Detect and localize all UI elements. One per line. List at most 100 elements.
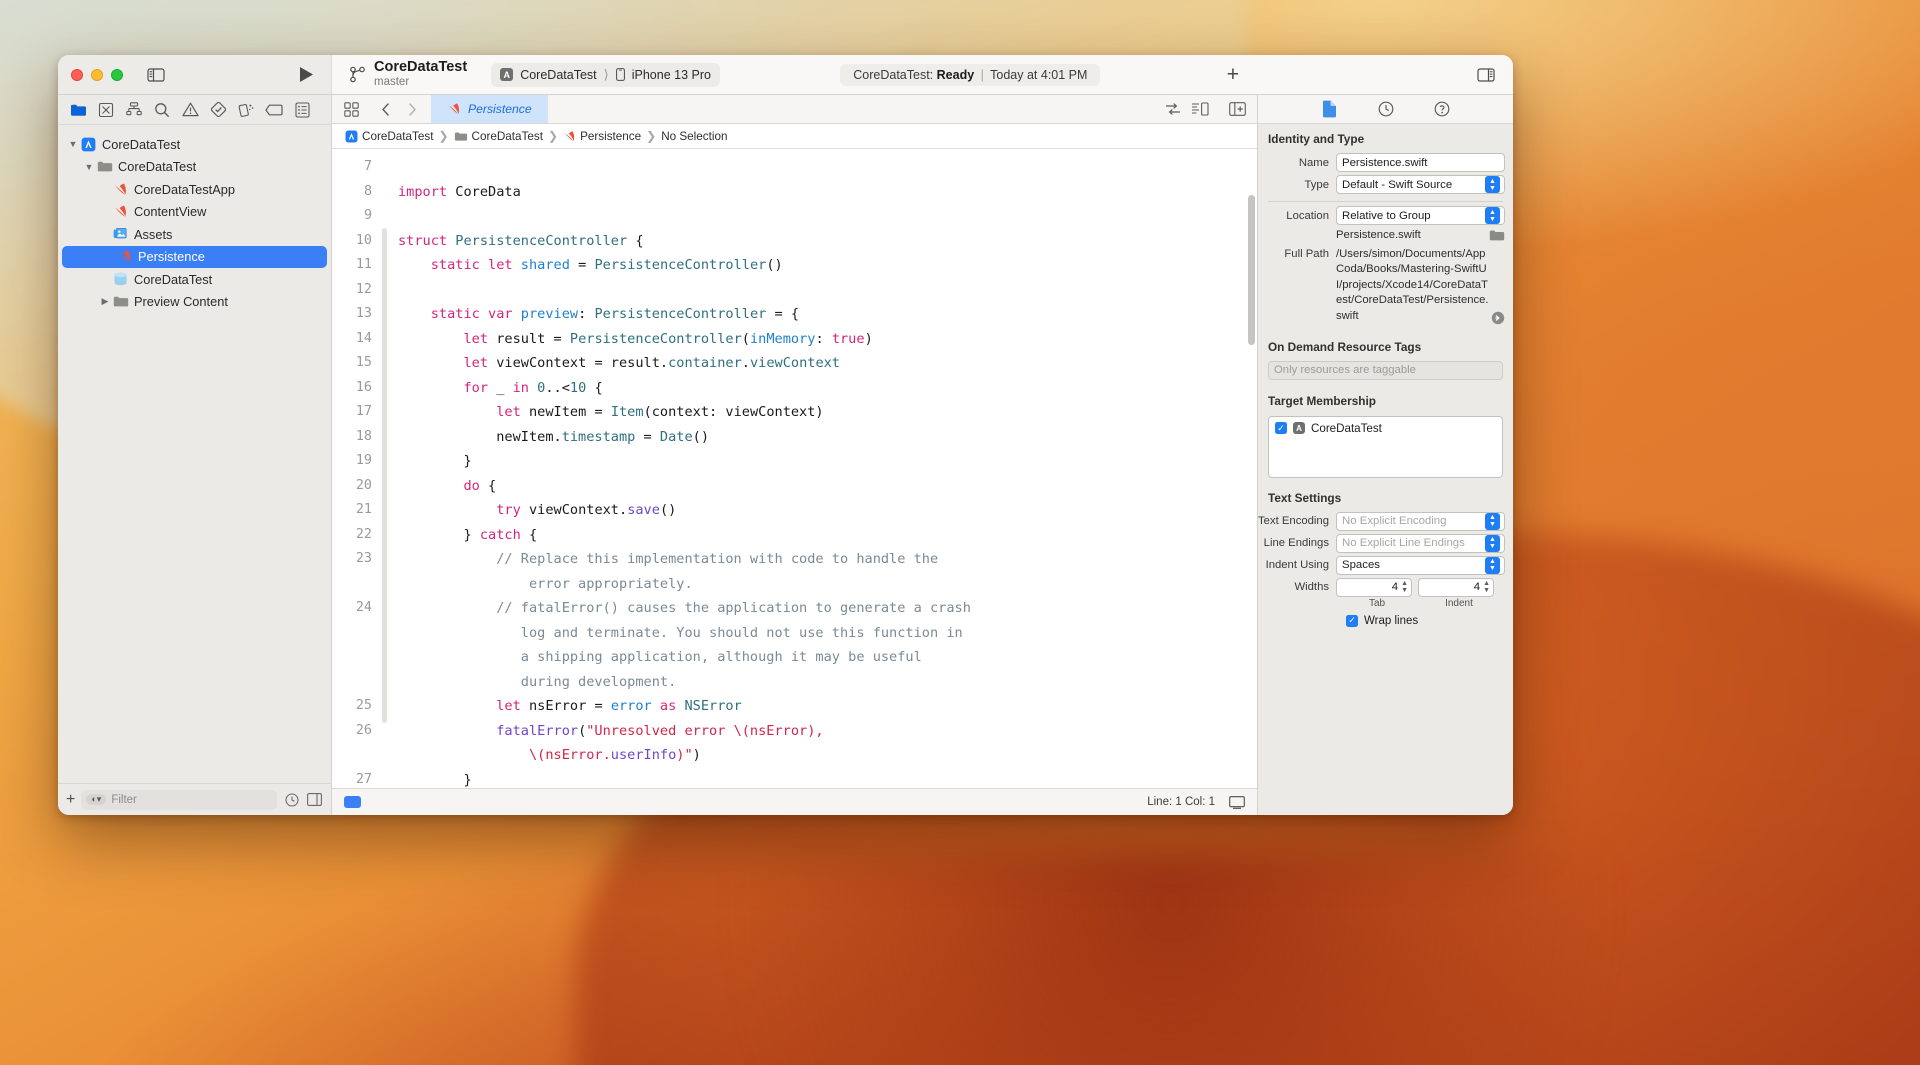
diamond-check-icon[interactable] <box>204 98 232 122</box>
navigator-row-preview-content[interactable]: ▶Preview Content <box>58 291 331 314</box>
type-popup[interactable]: Default - Swift Source ▲▼ <box>1336 175 1505 194</box>
code-line[interactable]: newItem.timestamp = Date() <box>398 425 1257 450</box>
question-circle-icon[interactable] <box>1431 98 1453 120</box>
wrap-lines-row[interactable]: ✓ Wrap lines <box>1346 615 1513 627</box>
add-file-button[interactable]: + <box>66 792 75 808</box>
source-control-icon[interactable] <box>92 98 120 122</box>
code-line[interactable]: try viewContext.save() <box>398 498 1257 523</box>
code-line[interactable]: \(nsError.userInfo)") <box>398 743 1257 768</box>
minimize-button[interactable] <box>91 69 103 81</box>
run-button[interactable] <box>295 64 317 86</box>
add-button[interactable]: + <box>1221 64 1245 85</box>
code-line[interactable]: error appropriately. <box>398 572 1257 597</box>
sidebar-toggle-icon[interactable] <box>145 64 167 86</box>
folder-icon[interactable] <box>1489 229 1505 242</box>
code-review-icon[interactable] <box>1161 98 1185 120</box>
chevron-down-icon[interactable]: ▼ <box>82 162 96 172</box>
code-line[interactable]: static let shared = PersistenceControlle… <box>398 253 1257 278</box>
navigator-row-coredatatestapp[interactable]: CoreDataTestApp <box>58 178 331 201</box>
breadcrumb-item-1[interactable]: CoreDataTest <box>454 130 543 143</box>
code-line[interactable]: let nsError = error as NSError <box>398 694 1257 719</box>
code-line[interactable]: } <box>398 449 1257 474</box>
filter-scope-icon[interactable]: ◐▾ <box>86 794 106 805</box>
breadcrumb-item-3[interactable]: No Selection <box>661 130 727 143</box>
fold-indicator[interactable] <box>382 228 387 723</box>
code-line[interactable] <box>398 278 1257 303</box>
code-line[interactable]: import CoreData <box>398 180 1257 205</box>
add-editor-icon[interactable] <box>1225 98 1249 120</box>
indent-popup[interactable]: Spaces ▲▼ <box>1336 556 1505 575</box>
code-line[interactable]: // Replace this implementation with code… <box>398 547 1257 572</box>
code-line[interactable]: struct PersistenceController { <box>398 229 1257 254</box>
indent-width-stepper[interactable]: 4 ▲▼ <box>1418 578 1494 597</box>
folder-icon[interactable] <box>64 98 92 122</box>
inspector-toggle-icon[interactable] <box>1475 64 1497 86</box>
code-line[interactable]: let result = PersistenceController(inMem… <box>398 327 1257 352</box>
clock-icon[interactable] <box>283 791 300 808</box>
navigator-row-coredatatest[interactable]: CoreDataTest <box>58 268 331 291</box>
warning-triangle-icon[interactable] <box>176 98 204 122</box>
editor-scrollbar[interactable] <box>1248 195 1255 345</box>
checkbox-checked-icon[interactable]: ✓ <box>1346 615 1358 627</box>
document-icon[interactable] <box>1319 98 1341 120</box>
scheme-destination-chooser[interactable]: A CoreDataTest ⟩ iPhone 13 Pro <box>491 63 720 87</box>
breadcrumb-item-0[interactable]: CoreDataTest <box>345 130 433 143</box>
jump-bar-breadcrumb[interactable]: CoreDataTest❯CoreDataTest❯Persistence❯No… <box>332 124 1257 149</box>
filter-input[interactable]: ◐▾ Filter <box>81 790 277 810</box>
code-line[interactable]: // fatalError() causes the application t… <box>398 596 1257 621</box>
code-line[interactable]: } catch { <box>398 523 1257 548</box>
code-line[interactable]: log and terminate. You should not use th… <box>398 621 1257 646</box>
source-editor[interactable]: 7891011121314151617181920212223242526272… <box>332 149 1257 788</box>
code-line[interactable]: do { <box>398 474 1257 499</box>
report-list-icon[interactable] <box>288 98 316 122</box>
search-icon[interactable] <box>148 98 176 122</box>
code-line[interactable]: fatalError("Unresolved error \(nsError), <box>398 719 1257 744</box>
location-popup[interactable]: Relative to Group ▲▼ <box>1336 206 1505 225</box>
breakpoint-tag-icon[interactable] <box>260 98 288 122</box>
debug-spray-icon[interactable] <box>232 98 260 122</box>
ondemand-tags-field[interactable]: Only resources are taggable <box>1268 361 1503 380</box>
console-toggle-icon[interactable] <box>1229 796 1245 809</box>
editor-grid-icon[interactable] <box>339 98 363 120</box>
target-membership-list[interactable]: ✓ A CoreDataTest <box>1268 416 1503 478</box>
minimap-icon[interactable] <box>1188 98 1212 120</box>
name-field[interactable]: Persistence.swift <box>1336 153 1505 172</box>
navigator-row-coredatatest[interactable]: ▼CoreDataTest <box>58 133 331 156</box>
code-line[interactable]: } <box>398 768 1257 789</box>
code-text[interactable]: import CoreData struct PersistenceContro… <box>390 149 1257 788</box>
chevron-left-icon[interactable] <box>374 98 398 120</box>
traffic-lights[interactable] <box>71 69 123 81</box>
code-line[interactable]: for _ in 0..<10 { <box>398 376 1257 401</box>
code-line[interactable]: let viewContext = result.container.viewC… <box>398 351 1257 376</box>
code-line[interactable] <box>398 155 1257 180</box>
editor-tab-persistence[interactable]: Persistence <box>431 95 548 123</box>
line-endings-popup[interactable]: No Explicit Line Endings ▲▼ <box>1336 534 1505 553</box>
panel-icon[interactable] <box>306 791 323 808</box>
code-line[interactable] <box>398 204 1257 229</box>
zoom-button[interactable] <box>111 69 123 81</box>
activity-status[interactable]: CoreDataTest: Ready | Today at 4:01 PM <box>840 64 1100 86</box>
code-line[interactable]: static var preview: PersistenceControlle… <box>398 302 1257 327</box>
chevron-right-icon[interactable]: ▶ <box>98 296 112 307</box>
code-line[interactable]: during development. <box>398 670 1257 695</box>
checkbox-checked-icon[interactable]: ✓ <box>1275 422 1287 434</box>
navigator-row-persistence[interactable]: Persistence <box>62 246 327 269</box>
chevron-right-icon[interactable] <box>400 98 424 120</box>
navigator-row-assets[interactable]: Assets <box>58 223 331 246</box>
navigator-row-coredatatest[interactable]: ▼CoreDataTest <box>58 156 331 179</box>
branch-indicator[interactable]: CoreDataTest master <box>350 60 467 88</box>
tab-width-stepper[interactable]: 4 ▲▼ <box>1336 578 1412 597</box>
arrow-right-circle-icon[interactable] <box>1491 311 1505 325</box>
clock-icon[interactable] <box>1375 98 1397 120</box>
navigator-row-contentview[interactable]: ContentView <box>58 201 331 224</box>
close-button[interactable] <box>71 69 83 81</box>
encoding-popup[interactable]: No Explicit Encoding ▲▼ <box>1336 512 1505 531</box>
code-line[interactable]: let newItem = Item(context: viewContext) <box>398 400 1257 425</box>
project-navigator-tree[interactable]: ▼CoreDataTest▼CoreDataTestCoreDataTestAp… <box>58 125 331 783</box>
breakpoint-badge-icon[interactable] <box>344 796 361 808</box>
code-fold-ribbon[interactable] <box>380 149 390 788</box>
code-line[interactable]: a shipping application, although it may … <box>398 645 1257 670</box>
hierarchy-icon[interactable] <box>120 98 148 122</box>
breadcrumb-item-2[interactable]: Persistence <box>563 130 641 143</box>
target-membership-row[interactable]: ✓ A CoreDataTest <box>1275 422 1496 435</box>
